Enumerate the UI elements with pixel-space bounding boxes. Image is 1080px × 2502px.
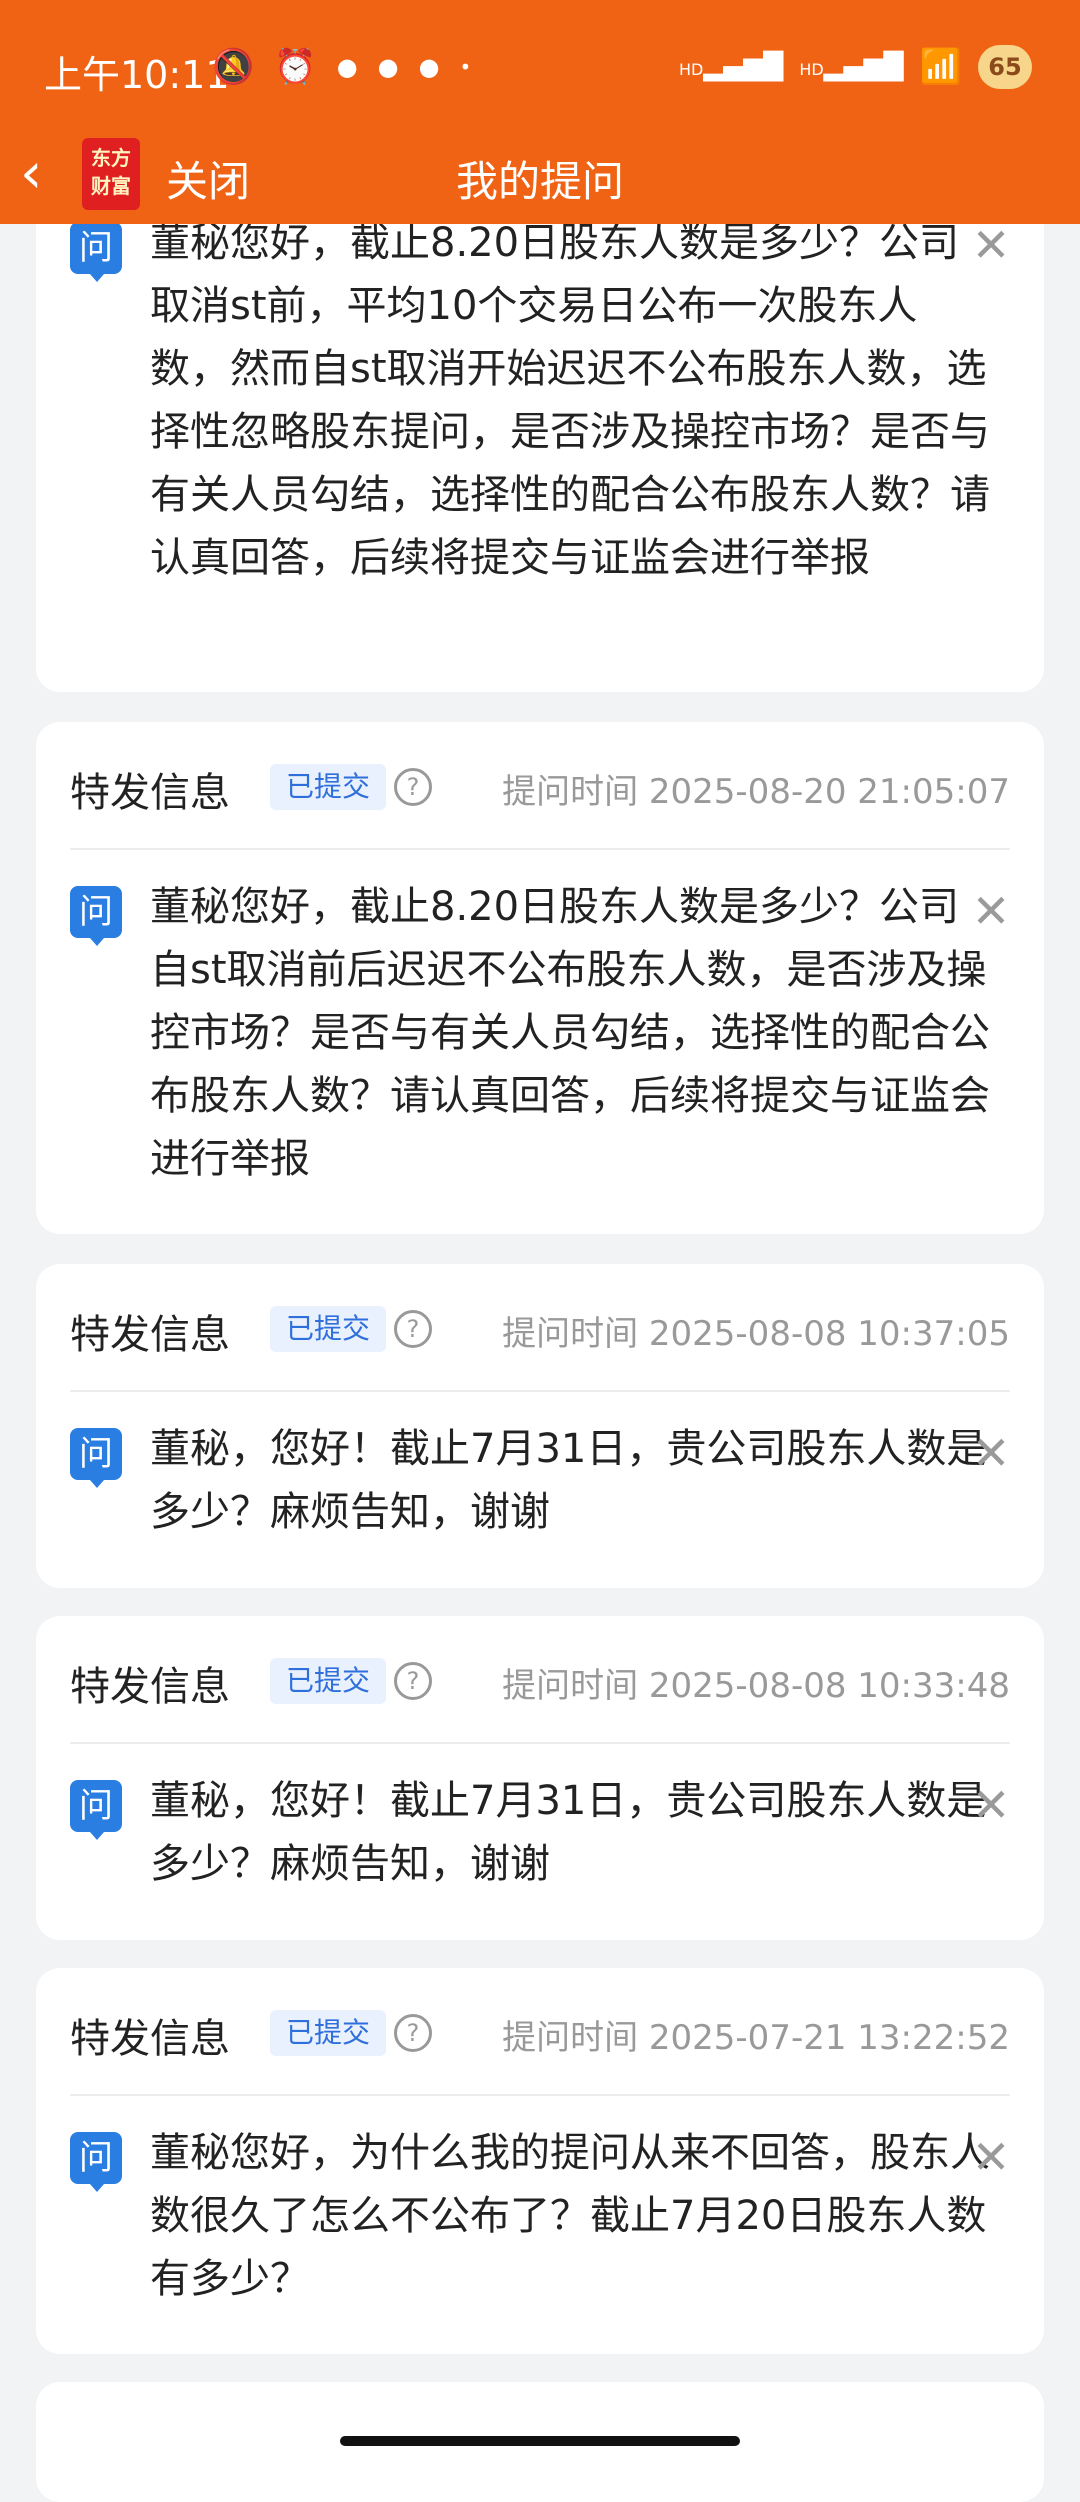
notification-icons: 🔕 ⏰ ● ● ● • (212, 44, 471, 90)
company-name: 特发信息 (70, 1312, 230, 1358)
question-text: 董秘您好，为什么我的提问从来不回答，股东人数很久了怎么不公布了？截止7月20日股… (150, 2130, 990, 2302)
question-time: 提问时间 2025-07-21 13:22:52 (502, 2018, 1010, 2058)
card-header: 特发信息 已提交 ? 提问时间 2025-08-08 10:33:48 (36, 1616, 1044, 1742)
page-title: 我的提问 (455, 157, 624, 206)
question-time: 提问时间 2025-08-08 10:33:48 (502, 1666, 1010, 1706)
close-icon[interactable]: ✕ (968, 222, 1014, 268)
question-text: 董秘，您好！截止7月31日，贵公司股东人数是多少？麻烦告知，谢谢 (150, 1426, 987, 1535)
question-time: 提问时间 2025-08-08 10:37:05 (502, 1314, 1010, 1354)
system-icons: HD▂▄▆█ HD▂▄▆█ 📶 65 (679, 42, 1032, 92)
close-icon[interactable]: ✕ (968, 888, 1014, 934)
question-text: 董秘您好，截止8.20日股东人数是多少？公司自st取消前后迟迟不公布股东人数，是… (150, 884, 990, 1182)
close-icon[interactable]: ✕ (968, 2134, 1014, 2180)
question-card: 问 董秘您好，截止8.20日股东人数是多少？公司取消st前，平均10个交易日公布… (36, 150, 1044, 692)
signal-icon: HD▂▄▆█ (678, 52, 784, 82)
status-badge: 已提交 (270, 764, 387, 810)
question-card: 特发信息 已提交 ? 提问时间 2025-07-21 13:22:52 问 董秘… (36, 1968, 1044, 2354)
question-icon: 问 (70, 2132, 122, 2192)
company-name: 特发信息 (70, 1664, 230, 1710)
status-bar: 上午10:11 🔕 ⏰ ● ● ● • HD▂▄▆█ HD▂▄▆█ 📶 65 (0, 0, 1080, 130)
question-text: 董秘，您好！截止7月31日，贵公司股东人数是多少？麻烦告知，谢谢 (150, 1778, 987, 1887)
question-icon: 问 (70, 222, 122, 282)
company-name: 特发信息 (70, 770, 230, 816)
app-notification-icon: ● (377, 53, 399, 81)
app-notification-icon: ● (336, 53, 358, 81)
divider (70, 848, 1010, 850)
help-icon[interactable]: ? (394, 768, 432, 806)
status-badge: 已提交 (270, 1658, 387, 1704)
alarm-icon: ⏰ (274, 47, 317, 87)
app-logo: 东方 财富 (82, 138, 140, 210)
divider (70, 1742, 1010, 1744)
help-icon[interactable]: ? (394, 1662, 432, 1700)
wifi-icon: 📶 (919, 47, 962, 87)
question-icon: 问 (70, 886, 122, 946)
question-text: 董秘您好，截止8.20日股东人数是多少？公司取消st前，平均10个交易日公布一次… (150, 220, 990, 581)
divider (70, 2094, 1010, 2096)
help-icon[interactable]: ? (394, 1310, 432, 1348)
mute-icon: 🔕 (212, 47, 255, 87)
close-link[interactable]: 关闭 (166, 148, 250, 209)
back-icon[interactable]: ‹ (20, 144, 70, 204)
question-time: 提问时间 2025-08-20 21:05:07 (502, 772, 1010, 812)
question-icon: 问 (70, 1428, 122, 1488)
card-header: 特发信息 已提交 ? 提问时间 2025-08-08 10:37:05 (36, 1264, 1044, 1390)
divider (70, 1390, 1010, 1392)
status-badge: 已提交 (270, 2010, 387, 2056)
question-icon: 问 (70, 1780, 122, 1840)
home-indicator[interactable] (340, 2436, 740, 2446)
card-header: 特发信息 已提交 ? 提问时间 2025-08-20 21:05:07 (36, 722, 1044, 848)
help-icon[interactable]: ? (394, 2014, 432, 2052)
more-dot-icon: • (459, 55, 472, 79)
signal-icon: HD▂▄▆█ (799, 52, 904, 82)
app-header: 上午10:11 🔕 ⏰ ● ● ● • HD▂▄▆█ HD▂▄▆█ 📶 65 ‹… (0, 0, 1080, 224)
question-card: 特发信息 已提交 ? 提问时间 2025-08-20 21:05:07 问 董秘… (36, 722, 1044, 1234)
close-icon[interactable]: ✕ (968, 1782, 1014, 1828)
question-card: 特发信息 已提交 ? 提问时间 2025-08-08 10:33:48 问 董秘… (36, 1616, 1044, 1940)
battery-icon: 65 (978, 45, 1032, 89)
status-badge: 已提交 (270, 1306, 387, 1352)
card-header: 特发信息 已提交 ? 提问时间 2025-07-21 13:22:52 (36, 1968, 1044, 2094)
close-icon[interactable]: ✕ (968, 1430, 1014, 1476)
nav-bar: ‹ 东方 财富 关闭 我的提问 (0, 130, 1080, 224)
status-time: 上午10:11 (44, 53, 230, 97)
app-notification-icon: ● (418, 53, 440, 81)
question-card: 特发信息 已提交 ? 提问时间 2025-08-08 10:37:05 问 董秘… (36, 1264, 1044, 1588)
company-name: 特发信息 (70, 2016, 230, 2062)
